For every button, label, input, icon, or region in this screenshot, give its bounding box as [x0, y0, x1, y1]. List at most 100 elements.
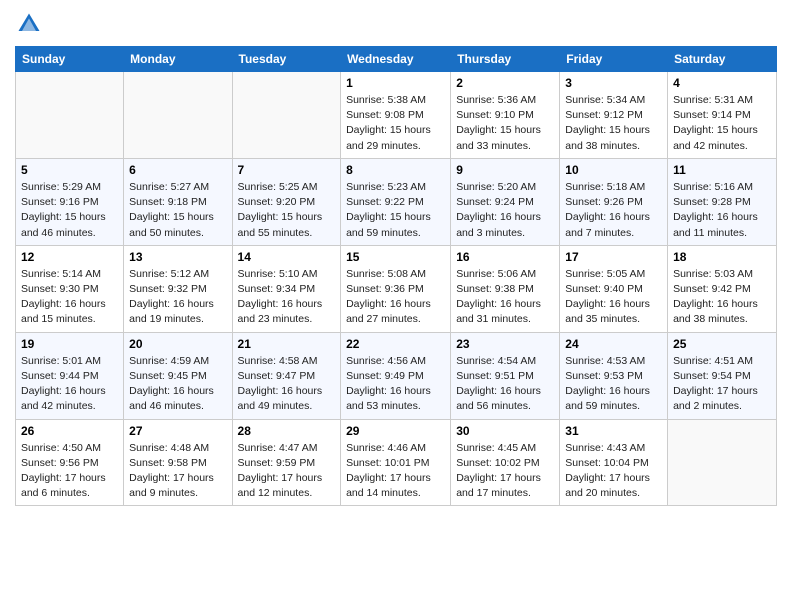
- calendar-table: SundayMondayTuesdayWednesdayThursdayFrid…: [15, 46, 777, 506]
- calendar-cell: 21 Sunrise: 4:58 AM Sunset: 9:47 PM Dayli…: [232, 332, 341, 419]
- calendar-cell: [16, 72, 124, 159]
- day-info: Sunrise: 5:05 AM Sunset: 9:40 PM Dayligh…: [565, 267, 662, 328]
- calendar-cell: 2 Sunrise: 5:36 AM Sunset: 9:10 PM Daylig…: [451, 72, 560, 159]
- day-info: Sunrise: 4:43 AM Sunset: 10:04 PM Daylig…: [565, 441, 662, 502]
- day-info: Sunrise: 4:45 AM Sunset: 10:02 PM Daylig…: [456, 441, 554, 502]
- calendar-cell: 14Sunrise: 5:10 AM Sunset: 9:34 PM Dayli…: [232, 245, 341, 332]
- calendar-cell: 19 Sunrise: 5:01 AM Sunset: 9:44 PM Dayli…: [16, 332, 124, 419]
- day-number: 25: [673, 337, 771, 351]
- calendar-cell: 8 Sunrise: 5:23 AM Sunset: 9:22 PM Daylig…: [341, 158, 451, 245]
- calendar-cell: [668, 419, 777, 506]
- logo-icon: [15, 10, 43, 38]
- day-number: 20: [129, 337, 226, 351]
- day-info: Sunrise: 5:23 AM Sunset: 9:22 PM Dayligh…: [346, 180, 445, 241]
- day-number: 19: [21, 337, 118, 351]
- calendar-cell: 20Sunrise: 4:59 AM Sunset: 9:45 PM Dayli…: [124, 332, 232, 419]
- week-row-3: 12 Sunrise: 5:14 AM Sunset: 9:30 PM Dayli…: [16, 245, 777, 332]
- logo: [15, 10, 45, 38]
- day-number: 26: [21, 424, 118, 438]
- calendar-cell: 13 Sunrise: 5:12 AM Sunset: 9:32 PM Dayli…: [124, 245, 232, 332]
- week-row-2: 5 Sunrise: 5:29 AM Sunset: 9:16 PM Daylig…: [16, 158, 777, 245]
- calendar-cell: 16Sunrise: 5:06 AM Sunset: 9:38 PM Dayli…: [451, 245, 560, 332]
- page: SundayMondayTuesdayWednesdayThursdayFrid…: [0, 0, 792, 521]
- day-info: Sunrise: 5:38 AM Sunset: 9:08 PM Dayligh…: [346, 93, 445, 154]
- header: [15, 10, 777, 38]
- day-info: Sunrise: 4:53 AM Sunset: 9:53 PM Dayligh…: [565, 354, 662, 415]
- calendar-cell: [232, 72, 341, 159]
- day-info: Sunrise: 5:01 AM Sunset: 9:44 PM Dayligh…: [21, 354, 118, 415]
- day-info: Sunrise: 5:16 AM Sunset: 9:28 PM Dayligh…: [673, 180, 771, 241]
- day-number: 2: [456, 76, 554, 90]
- day-info: Sunrise: 5:12 AM Sunset: 9:32 PM Dayligh…: [129, 267, 226, 328]
- day-info: Sunrise: 4:56 AM Sunset: 9:49 PM Dayligh…: [346, 354, 445, 415]
- day-info: Sunrise: 4:58 AM Sunset: 9:47 PM Dayligh…: [238, 354, 336, 415]
- weekday-tuesday: Tuesday: [232, 47, 341, 72]
- day-info: Sunrise: 5:18 AM Sunset: 9:26 PM Dayligh…: [565, 180, 662, 241]
- calendar-cell: 10 Sunrise: 5:18 AM Sunset: 9:26 PM Dayli…: [560, 158, 668, 245]
- day-info: Sunrise: 5:20 AM Sunset: 9:24 PM Dayligh…: [456, 180, 554, 241]
- calendar-cell: 11 Sunrise: 5:16 AM Sunset: 9:28 PM Dayli…: [668, 158, 777, 245]
- day-number: 21: [238, 337, 336, 351]
- day-info: Sunrise: 4:50 AM Sunset: 9:56 PM Dayligh…: [21, 441, 118, 502]
- calendar-cell: 5 Sunrise: 5:29 AM Sunset: 9:16 PM Daylig…: [16, 158, 124, 245]
- day-info: Sunrise: 4:47 AM Sunset: 9:59 PM Dayligh…: [238, 441, 336, 502]
- day-number: 9: [456, 163, 554, 177]
- day-number: 6: [129, 163, 226, 177]
- week-row-1: 1 Sunrise: 5:38 AM Sunset: 9:08 PM Daylig…: [16, 72, 777, 159]
- day-number: 17: [565, 250, 662, 264]
- weekday-wednesday: Wednesday: [341, 47, 451, 72]
- day-number: 24: [565, 337, 662, 351]
- week-row-5: 26 Sunrise: 4:50 AM Sunset: 9:56 PM Dayli…: [16, 419, 777, 506]
- calendar-cell: 4 Sunrise: 5:31 AM Sunset: 9:14 PM Daylig…: [668, 72, 777, 159]
- day-number: 3: [565, 76, 662, 90]
- day-info: Sunrise: 5:14 AM Sunset: 9:30 PM Dayligh…: [21, 267, 118, 328]
- day-number: 8: [346, 163, 445, 177]
- day-number: 13: [129, 250, 226, 264]
- day-number: 28: [238, 424, 336, 438]
- weekday-saturday: Saturday: [668, 47, 777, 72]
- day-number: 1: [346, 76, 445, 90]
- day-info: Sunrise: 5:31 AM Sunset: 9:14 PM Dayligh…: [673, 93, 771, 154]
- weekday-friday: Friday: [560, 47, 668, 72]
- day-number: 14: [238, 250, 336, 264]
- calendar-cell: 24 Sunrise: 4:53 AM Sunset: 9:53 PM Dayli…: [560, 332, 668, 419]
- weekday-monday: Monday: [124, 47, 232, 72]
- calendar-cell: 7 Sunrise: 5:25 AM Sunset: 9:20 PM Daylig…: [232, 158, 341, 245]
- day-number: 27: [129, 424, 226, 438]
- calendar-cell: 22Sunrise: 4:56 AM Sunset: 9:49 PM Dayli…: [341, 332, 451, 419]
- weekday-sunday: Sunday: [16, 47, 124, 72]
- day-number: 23: [456, 337, 554, 351]
- calendar-cell: 3Sunrise: 5:34 AM Sunset: 9:12 PM Daylig…: [560, 72, 668, 159]
- day-number: 7: [238, 163, 336, 177]
- calendar-cell: 6Sunrise: 5:27 AM Sunset: 9:18 PM Daylig…: [124, 158, 232, 245]
- day-info: Sunrise: 5:08 AM Sunset: 9:36 PM Dayligh…: [346, 267, 445, 328]
- weekday-header-row: SundayMondayTuesdayWednesdayThursdayFrid…: [16, 47, 777, 72]
- day-number: 4: [673, 76, 771, 90]
- day-number: 12: [21, 250, 118, 264]
- day-number: 31: [565, 424, 662, 438]
- calendar-cell: 9 Sunrise: 5:20 AM Sunset: 9:24 PM Daylig…: [451, 158, 560, 245]
- calendar-cell: 18 Sunrise: 5:03 AM Sunset: 9:42 PM Dayli…: [668, 245, 777, 332]
- day-number: 16: [456, 250, 554, 264]
- day-info: Sunrise: 4:51 AM Sunset: 9:54 PM Dayligh…: [673, 354, 771, 415]
- day-number: 18: [673, 250, 771, 264]
- day-info: Sunrise: 5:25 AM Sunset: 9:20 PM Dayligh…: [238, 180, 336, 241]
- calendar-cell: 29Sunrise: 4:46 AM Sunset: 10:01 PM Dayl…: [341, 419, 451, 506]
- calendar-cell: 17 Sunrise: 5:05 AM Sunset: 9:40 PM Dayli…: [560, 245, 668, 332]
- day-info: Sunrise: 5:29 AM Sunset: 9:16 PM Dayligh…: [21, 180, 118, 241]
- calendar-cell: 15Sunrise: 5:08 AM Sunset: 9:36 PM Dayli…: [341, 245, 451, 332]
- calendar-cell: 12 Sunrise: 5:14 AM Sunset: 9:30 PM Dayli…: [16, 245, 124, 332]
- calendar-cell: 27Sunrise: 4:48 AM Sunset: 9:58 PM Dayli…: [124, 419, 232, 506]
- day-number: 30: [456, 424, 554, 438]
- day-info: Sunrise: 5:36 AM Sunset: 9:10 PM Dayligh…: [456, 93, 554, 154]
- day-info: Sunrise: 4:54 AM Sunset: 9:51 PM Dayligh…: [456, 354, 554, 415]
- calendar-cell: 30 Sunrise: 4:45 AM Sunset: 10:02 PM Dayl…: [451, 419, 560, 506]
- day-info: Sunrise: 5:03 AM Sunset: 9:42 PM Dayligh…: [673, 267, 771, 328]
- day-number: 10: [565, 163, 662, 177]
- day-number: 11: [673, 163, 771, 177]
- calendar-cell: 28 Sunrise: 4:47 AM Sunset: 9:59 PM Dayli…: [232, 419, 341, 506]
- calendar-cell: [124, 72, 232, 159]
- calendar-cell: 23 Sunrise: 4:54 AM Sunset: 9:51 PM Dayli…: [451, 332, 560, 419]
- day-number: 5: [21, 163, 118, 177]
- weekday-thursday: Thursday: [451, 47, 560, 72]
